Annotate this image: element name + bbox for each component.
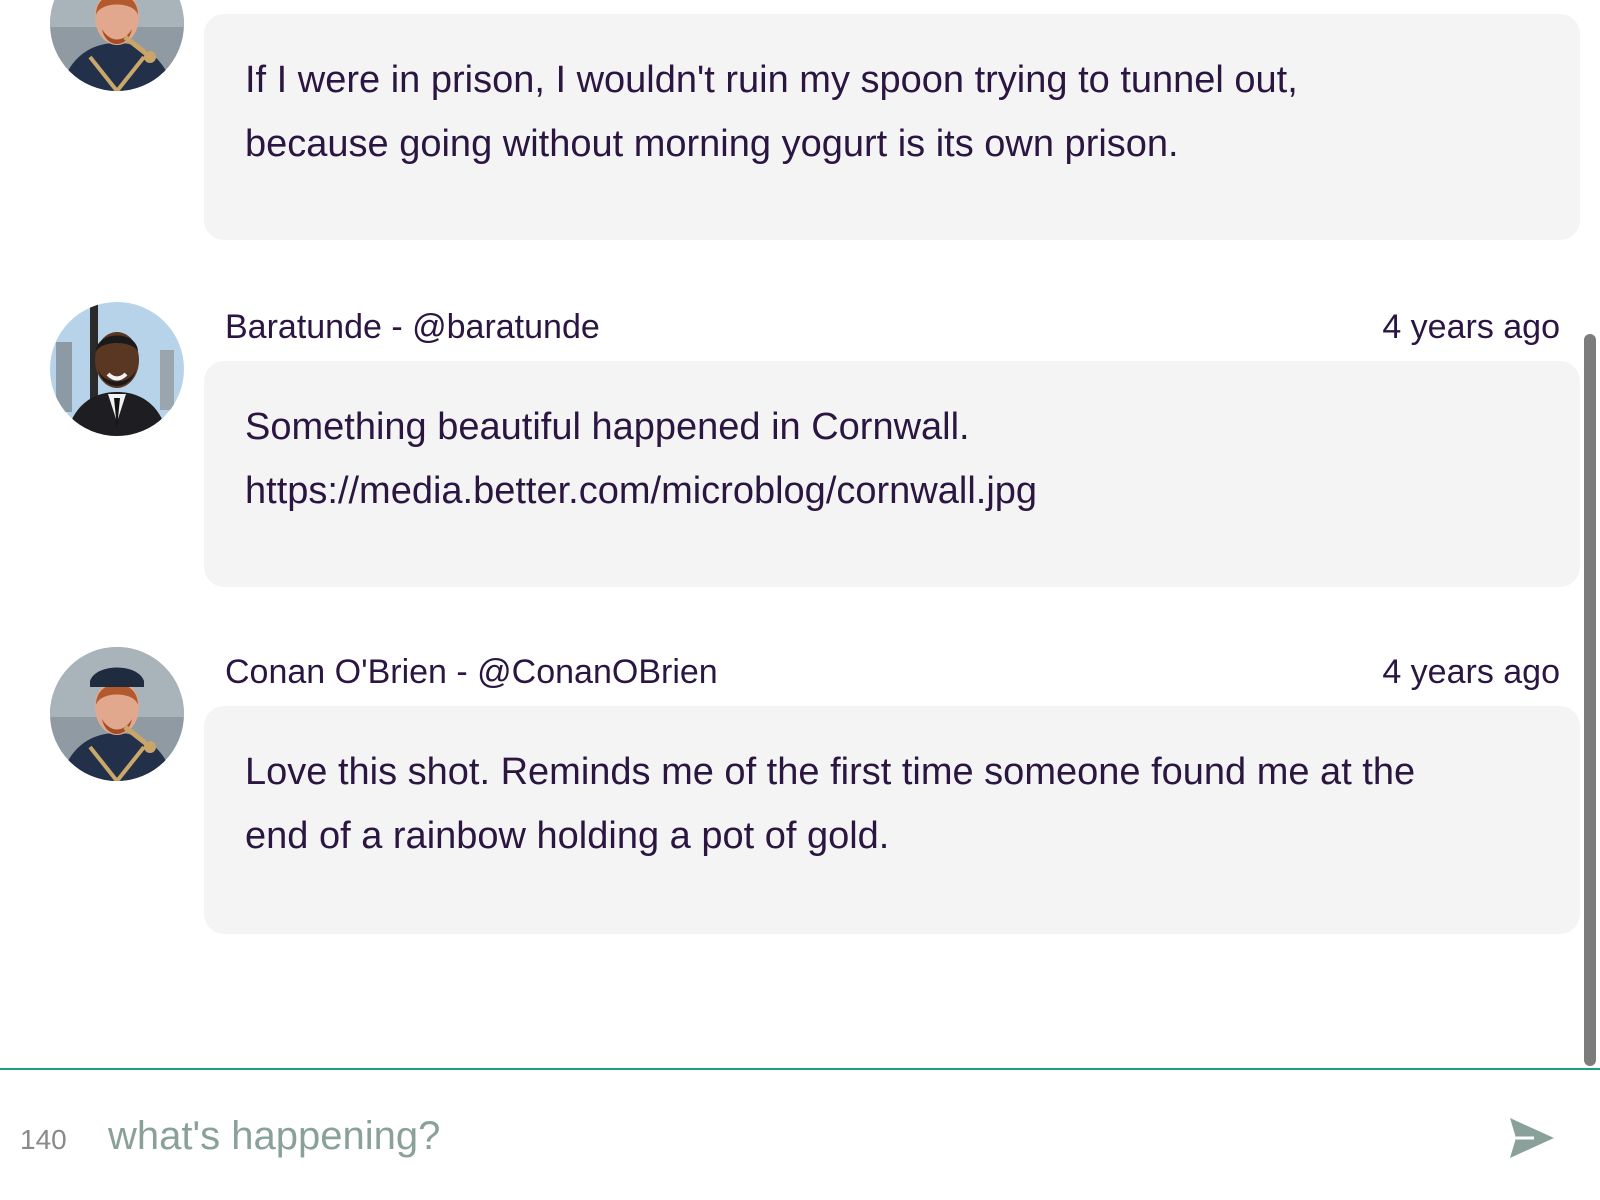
post-header: Baratunde - @baratunde 4 years ago (225, 305, 1560, 349)
avatar[interactable] (50, 302, 184, 436)
microblog-app: If I were in prison, I wouldn't ruin my … (0, 0, 1600, 1200)
send-button[interactable] (1508, 1116, 1556, 1160)
baratunde-avatar-icon (50, 302, 184, 436)
post-text-line: because going without morning yogurt is … (245, 123, 1179, 165)
post-feed[interactable]: If I were in prison, I wouldn't ruin my … (0, 0, 1580, 1070)
send-icon (1510, 1118, 1554, 1158)
post-text-line: Love this shot. Reminds me of the first … (245, 751, 1416, 793)
avatar[interactable] (50, 0, 184, 91)
post-text-line: If I were in prison, I wouldn't ruin my … (245, 59, 1298, 101)
post-text-line: end of a rainbow holding a pot of gold. (245, 815, 890, 857)
post-timestamp: 4 years ago (1382, 308, 1560, 346)
scrollbar-thumb[interactable] (1584, 334, 1596, 1066)
post-body: Love this shot. Reminds me of the first … (204, 706, 1580, 934)
post-body: If I were in prison, I wouldn't ruin my … (204, 14, 1580, 240)
post-text-line: Something beautiful happened in Cornwall… (245, 406, 970, 448)
character-counter: 140 (20, 1124, 67, 1155)
feed-scrollbar[interactable] (1582, 0, 1598, 1070)
post-header: Conan O'Brien - @ConanOBrien 4 years ago (225, 650, 1560, 694)
post-author[interactable]: Baratunde - @baratunde (225, 305, 600, 349)
post-body: Something beautiful happened in Cornwall… (204, 361, 1580, 587)
post-link[interactable]: https://media.better.com/microblog/cornw… (245, 459, 1540, 523)
conan-avatar-icon (50, 0, 184, 91)
post-timestamp: 4 years ago (1382, 653, 1560, 691)
compose-input[interactable] (108, 1098, 1478, 1174)
post-author[interactable]: Conan O'Brien - @ConanOBrien (225, 650, 718, 694)
conan-avatar-icon (50, 647, 184, 781)
avatar[interactable] (50, 647, 184, 781)
compose-bar: 140 (0, 1068, 1600, 1200)
